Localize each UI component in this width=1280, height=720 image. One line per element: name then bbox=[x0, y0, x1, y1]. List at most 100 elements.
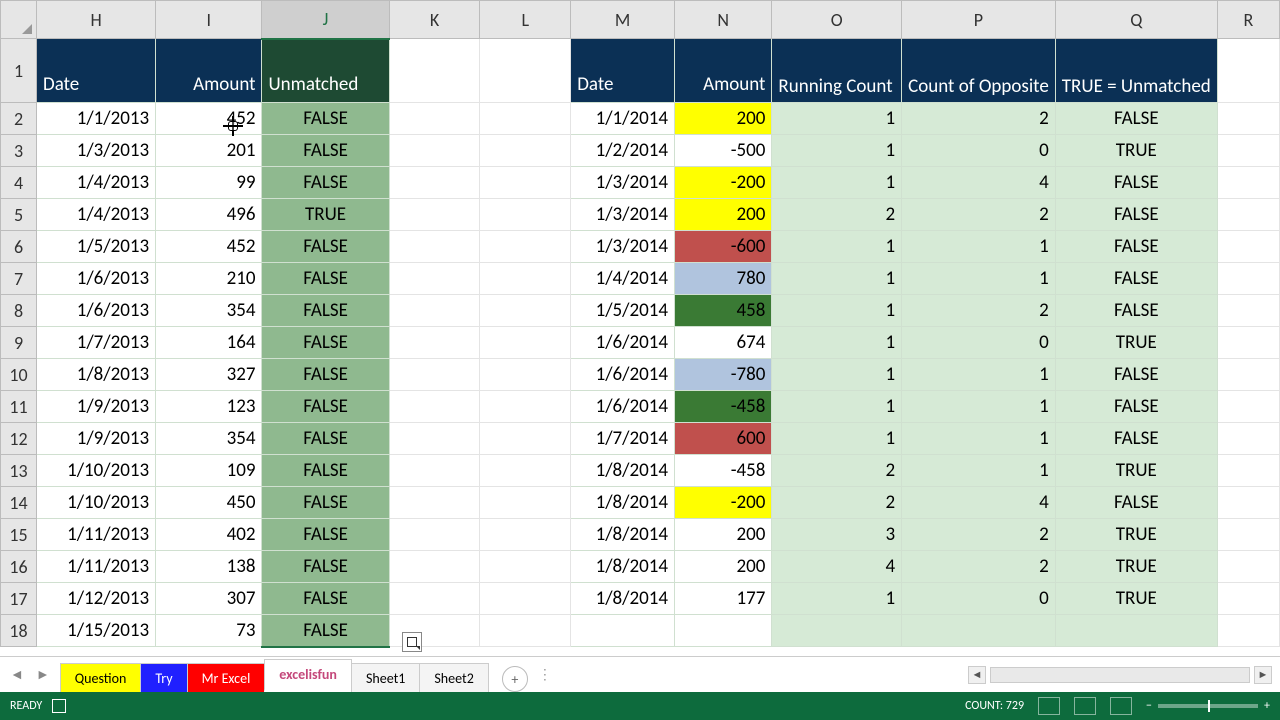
cell-Q16[interactable]: TRUE bbox=[1055, 551, 1217, 583]
col-P[interactable]: P bbox=[902, 1, 1056, 39]
cell-P10[interactable]: 1 bbox=[902, 359, 1056, 391]
cell-N9[interactable]: 674 bbox=[675, 327, 772, 359]
cell-L14[interactable] bbox=[480, 487, 571, 519]
rowhead-18[interactable]: 18 bbox=[1, 615, 37, 647]
cell-Q18[interactable] bbox=[1055, 615, 1217, 647]
autofill-options-icon[interactable] bbox=[402, 632, 422, 652]
cell-K8[interactable] bbox=[389, 295, 480, 327]
cell-O7[interactable]: 1 bbox=[772, 263, 902, 295]
cell-Q4[interactable]: FALSE bbox=[1055, 167, 1217, 199]
rowhead-17[interactable]: 17 bbox=[1, 583, 37, 615]
tab-try[interactable]: Try bbox=[140, 663, 187, 693]
cell-N5[interactable]: 200 bbox=[675, 199, 772, 231]
col-Q[interactable]: Q bbox=[1055, 1, 1217, 39]
cell-M12[interactable]: 1/7/2014 bbox=[571, 423, 675, 455]
cell-I17[interactable]: 307 bbox=[156, 583, 262, 615]
cell-P12[interactable]: 1 bbox=[902, 423, 1056, 455]
cell-H16[interactable]: 1/11/2013 bbox=[37, 551, 156, 583]
cell-Q14[interactable]: FALSE bbox=[1055, 487, 1217, 519]
cell-M8[interactable]: 1/5/2014 bbox=[571, 295, 675, 327]
cell-P14[interactable]: 4 bbox=[902, 487, 1056, 519]
cell-L11[interactable] bbox=[480, 391, 571, 423]
cell-P8[interactable]: 2 bbox=[902, 295, 1056, 327]
cell-N6[interactable]: -600 bbox=[675, 231, 772, 263]
cell-O14[interactable]: 2 bbox=[772, 487, 902, 519]
cell-P15[interactable]: 2 bbox=[902, 519, 1056, 551]
cell-M15[interactable]: 1/8/2014 bbox=[571, 519, 675, 551]
col-J[interactable]: J bbox=[262, 1, 389, 39]
cell-H12[interactable]: 1/9/2013 bbox=[37, 423, 156, 455]
cell-J8[interactable]: FALSE bbox=[262, 295, 389, 327]
cell-H6[interactable]: 1/5/2013 bbox=[37, 231, 156, 263]
col-H[interactable]: H bbox=[37, 1, 156, 39]
cell-K10[interactable] bbox=[389, 359, 480, 391]
cell-M5[interactable]: 1/3/2014 bbox=[571, 199, 675, 231]
cell-J5[interactable]: TRUE bbox=[262, 199, 389, 231]
cell-Q3[interactable]: TRUE bbox=[1055, 135, 1217, 167]
rowhead-2[interactable]: 2 bbox=[1, 103, 37, 135]
cell-K5[interactable] bbox=[389, 199, 480, 231]
cell-Q9[interactable]: TRUE bbox=[1055, 327, 1217, 359]
cell-M3[interactable]: 1/2/2014 bbox=[571, 135, 675, 167]
cell-L8[interactable] bbox=[480, 295, 571, 327]
tab-mr-excel[interactable]: Mr Excel bbox=[187, 663, 266, 693]
cell-K11[interactable] bbox=[389, 391, 480, 423]
cell-L13[interactable] bbox=[480, 455, 571, 487]
cell-Q6[interactable]: FALSE bbox=[1055, 231, 1217, 263]
cell-M6[interactable]: 1/3/2014 bbox=[571, 231, 675, 263]
cell-H8[interactable]: 1/6/2013 bbox=[37, 295, 156, 327]
cell-M13[interactable]: 1/8/2014 bbox=[571, 455, 675, 487]
cell-K6[interactable] bbox=[389, 231, 480, 263]
cell-R16[interactable] bbox=[1217, 551, 1279, 583]
tab-excelisfun[interactable]: excelisfun bbox=[264, 659, 352, 692]
cell-O13[interactable]: 2 bbox=[772, 455, 902, 487]
cell-K2[interactable] bbox=[389, 103, 480, 135]
cell-L6[interactable] bbox=[480, 231, 571, 263]
cell-J7[interactable]: FALSE bbox=[262, 263, 389, 295]
cell-P13[interactable]: 1 bbox=[902, 455, 1056, 487]
rowhead-3[interactable]: 3 bbox=[1, 135, 37, 167]
cell-I7[interactable]: 210 bbox=[156, 263, 262, 295]
cell-K13[interactable] bbox=[389, 455, 480, 487]
cell-K9[interactable] bbox=[389, 327, 480, 359]
cell-L17[interactable] bbox=[480, 583, 571, 615]
cell-P9[interactable]: 0 bbox=[902, 327, 1056, 359]
cell-M2[interactable]: 1/1/2014 bbox=[571, 103, 675, 135]
cell-Q2[interactable]: FALSE bbox=[1055, 103, 1217, 135]
new-sheet-button[interactable]: + bbox=[502, 666, 528, 692]
rowhead-16[interactable]: 16 bbox=[1, 551, 37, 583]
rowhead-15[interactable]: 15 bbox=[1, 519, 37, 551]
col-I[interactable]: I bbox=[156, 1, 262, 39]
zoom-slider[interactable]: − + bbox=[1146, 699, 1270, 713]
cell-N10[interactable]: -780 bbox=[675, 359, 772, 391]
cell-N15[interactable]: 200 bbox=[675, 519, 772, 551]
cell-H11[interactable]: 1/9/2013 bbox=[37, 391, 156, 423]
cell-L4[interactable] bbox=[480, 167, 571, 199]
cell-R15[interactable] bbox=[1217, 519, 1279, 551]
horizontal-scrollbar[interactable]: ◄ ► bbox=[968, 666, 1272, 684]
cell-H5[interactable]: 1/4/2013 bbox=[37, 199, 156, 231]
rowhead-7[interactable]: 7 bbox=[1, 263, 37, 295]
cell-P17[interactable]: 0 bbox=[902, 583, 1056, 615]
cell-R14[interactable] bbox=[1217, 487, 1279, 519]
cell-Q15[interactable]: TRUE bbox=[1055, 519, 1217, 551]
cell-M18[interactable] bbox=[571, 615, 675, 647]
cell-K17[interactable] bbox=[389, 583, 480, 615]
cell-N3[interactable]: -500 bbox=[675, 135, 772, 167]
cell-N4[interactable]: -200 bbox=[675, 167, 772, 199]
cell-P2[interactable]: 2 bbox=[902, 103, 1056, 135]
cell-M10[interactable]: 1/6/2014 bbox=[571, 359, 675, 391]
cell-I12[interactable]: 354 bbox=[156, 423, 262, 455]
cell-H9[interactable]: 1/7/2013 bbox=[37, 327, 156, 359]
col-M[interactable]: M bbox=[571, 1, 675, 39]
cell-Q7[interactable]: FALSE bbox=[1055, 263, 1217, 295]
cell-R10[interactable] bbox=[1217, 359, 1279, 391]
cell-I11[interactable]: 123 bbox=[156, 391, 262, 423]
rowhead-8[interactable]: 8 bbox=[1, 295, 37, 327]
rowhead-11[interactable]: 11 bbox=[1, 391, 37, 423]
rowhead-9[interactable]: 9 bbox=[1, 327, 37, 359]
tab-nav-prev-icon[interactable]: ◄ bbox=[10, 666, 24, 683]
cell-Q8[interactable]: FALSE bbox=[1055, 295, 1217, 327]
cell-M7[interactable]: 1/4/2014 bbox=[571, 263, 675, 295]
col-R[interactable]: R bbox=[1217, 1, 1279, 39]
